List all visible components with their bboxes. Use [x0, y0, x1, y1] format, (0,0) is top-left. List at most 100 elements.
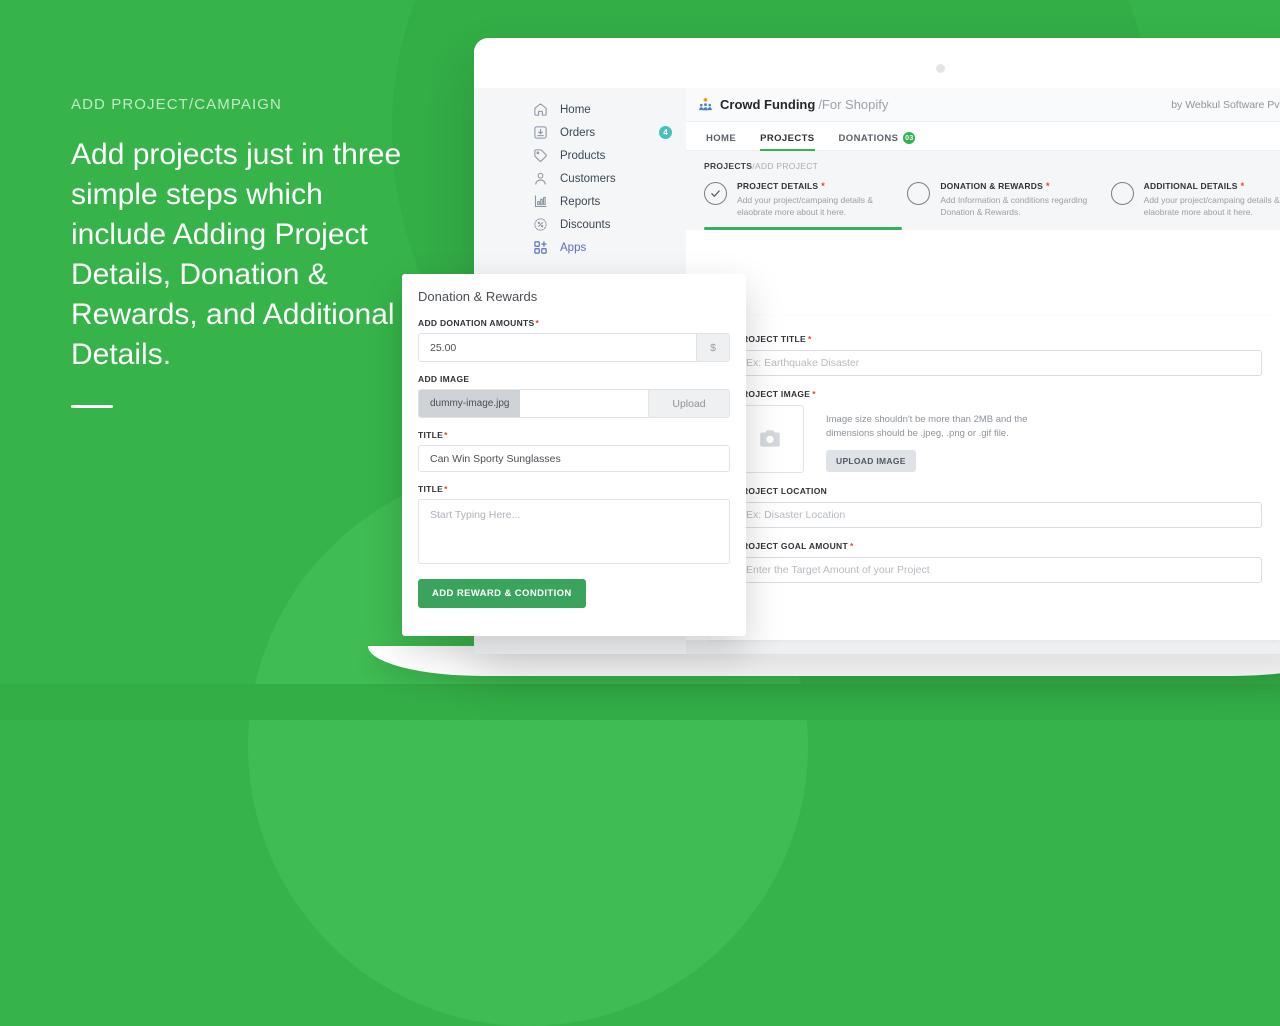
- donation-amount-input[interactable]: 25.00: [419, 334, 696, 361]
- tab-label: HOME: [706, 133, 737, 144]
- crowd-funding-logo-icon: $: [698, 97, 713, 112]
- required-marker: *: [821, 181, 825, 191]
- sidebar: Home Orders 4 Products Customers Reports…: [514, 88, 686, 300]
- add-image-field[interactable]: dummy-image.jpg Upload: [418, 389, 730, 418]
- step-donation-rewards[interactable]: DONATION & REWARDS * Add Information & co…: [907, 181, 1110, 230]
- app-tabs: HOME PROJECTS DONATIONS 03: [686, 122, 1280, 151]
- brand-subtitle: /For Shopify: [818, 97, 889, 112]
- step-check-icon: [704, 182, 727, 205]
- project-title-input[interactable]: Ex: Earthquake Disaster: [736, 350, 1262, 376]
- discount-icon: [532, 216, 549, 233]
- page-header-band: PROJECTS/ADD PROJECT PROJECT DETAILS * Ad…: [686, 151, 1280, 230]
- step-circle-empty: [907, 182, 931, 205]
- promo-headline: Add projects just in three simple steps …: [71, 138, 402, 371]
- project-title-group: PROJECT TITLE * Ex: Earthquake Disaster: [736, 334, 1262, 376]
- orders-badge: 4: [659, 126, 672, 139]
- donation-amount-group: ADD DONATION AMOUNTS* 25.00 $: [418, 318, 730, 362]
- tab-label: DONATIONS: [838, 132, 899, 144]
- reward-description-textarea[interactable]: Start Typing Here...: [418, 499, 730, 564]
- project-goal-label: PROJECT GOAL AMOUNT *: [736, 541, 854, 551]
- step-title: DONATION & REWARDS *: [940, 181, 1050, 191]
- tab-label: PROJECTS: [760, 133, 815, 144]
- required-marker: *: [812, 389, 816, 399]
- promo-eyebrow: ADD PROJECT/CAMPAIGN: [71, 96, 282, 113]
- tag-icon: [532, 147, 549, 164]
- modal-title: Donation & Rewards: [418, 289, 538, 304]
- step-additional-details[interactable]: ADDITIONAL DETAILS * Add your project/cam…: [1110, 181, 1280, 230]
- reward-description-label: TITLE*: [418, 484, 448, 494]
- file-field-spacer: [520, 390, 648, 417]
- vendor-byline: by Webkul Software Pvt Ltd: [1171, 98, 1280, 111]
- brand-name: Crowd Funding: [720, 97, 816, 112]
- bar-chart-icon: [532, 193, 549, 210]
- upload-button[interactable]: Upload: [648, 390, 729, 417]
- step-description: Add Information & conditions regarding D…: [940, 195, 1088, 217]
- selected-file-name: dummy-image.jpg: [419, 390, 521, 417]
- add-image-label: ADD IMAGE: [418, 374, 470, 384]
- reward-title-input[interactable]: Can Win Sporty Sunglasses: [418, 445, 730, 472]
- project-details-form: PROJECT TITLE * Ex: Earthquake Disaster P…: [708, 316, 1280, 640]
- input-placeholder: Ex: Disaster Location: [746, 509, 846, 521]
- project-goal-input[interactable]: Enter the Target Amount of your Project: [736, 557, 1262, 583]
- promo-copy: ADD PROJECT/CAMPAIGN Add projects just i…: [71, 96, 421, 408]
- reward-title-group: TITLE* Can Win Sporty Sunglasses: [418, 430, 730, 472]
- sidebar-item-home[interactable]: Home: [514, 98, 686, 121]
- orders-icon: [532, 124, 549, 141]
- donation-amount-label: ADD DONATION AMOUNTS*: [418, 318, 540, 328]
- project-image-preview[interactable]: [736, 405, 804, 473]
- donations-badge: 03: [903, 132, 916, 144]
- background-bottom-band: [0, 684, 1280, 720]
- step-description: Add your project/campaing details & elao…: [1143, 195, 1280, 217]
- app-topbar: $ Crowd Funding /For Shopify by Webkul S…: [686, 88, 1280, 122]
- input-placeholder: Enter the Target Amount of your Project: [746, 564, 930, 576]
- input-placeholder: Ex: Earthquake Disaster: [746, 357, 860, 369]
- required-marker: *: [1045, 181, 1050, 191]
- breadcrumb-trail: /ADD PROJECT: [752, 161, 819, 171]
- donation-rewards-modal: Donation & Rewards ADD DONATION AMOUNTS*…: [402, 274, 746, 636]
- sidebar-item-label: Reports: [560, 195, 601, 208]
- donation-amount-field[interactable]: 25.00 $: [418, 333, 730, 362]
- sidebar-item-label: Home: [560, 103, 591, 116]
- project-location-input[interactable]: Ex: Disaster Location: [736, 502, 1262, 528]
- required-marker: *: [849, 541, 854, 551]
- upload-image-button[interactable]: UPLOAD IMAGE: [826, 450, 916, 472]
- breadcrumb-current: PROJECTS: [704, 161, 753, 171]
- sidebar-item-label: Discounts: [560, 218, 611, 231]
- project-image-label: PROJECT IMAGE *: [736, 389, 816, 399]
- add-image-group: ADD IMAGE dummy-image.jpg Upload: [418, 374, 730, 418]
- step-title: ADDITIONAL DETAILS *: [1143, 181, 1245, 191]
- breadcrumb: PROJECTS/ADD PROJECT: [686, 161, 1280, 171]
- sidebar-item-reports[interactable]: Reports: [514, 190, 686, 213]
- project-goal-group: PROJECT GOAL AMOUNT * Enter the Target Am…: [736, 541, 1262, 583]
- step-project-details[interactable]: PROJECT DETAILS * Add your project/campai…: [704, 181, 907, 230]
- step-description: Add your project/campaing details & elao…: [737, 195, 874, 217]
- sidebar-item-label: Customers: [560, 172, 616, 185]
- sidebar-item-label: Products: [560, 149, 606, 162]
- sidebar-item-label: Apps: [560, 241, 587, 254]
- currency-suffix: $: [696, 334, 729, 361]
- required-marker: *: [444, 430, 448, 440]
- required-marker: *: [808, 334, 812, 344]
- sidebar-item-customers[interactable]: Customers: [514, 167, 686, 190]
- camera-dot: [936, 64, 945, 73]
- project-image-group: PROJECT IMAGE * Image size shouldn't be m…: [736, 389, 1262, 473]
- add-reward-condition-button[interactable]: ADD REWARD & CONDITION: [418, 579, 586, 608]
- sidebar-item-label: Orders: [560, 126, 596, 139]
- reward-description-group: TITLE* Start Typing Here...: [418, 484, 730, 564]
- required-marker: *: [1240, 181, 1245, 191]
- sidebar-item-orders[interactable]: Orders 4: [514, 121, 686, 144]
- project-location-group: PROJECT LOCATION Ex: Disaster Location: [736, 486, 1262, 528]
- tab-donations[interactable]: DONATIONS 03: [839, 132, 916, 150]
- tab-projects[interactable]: PROJECTS: [760, 133, 815, 151]
- tab-home[interactable]: HOME: [706, 133, 736, 150]
- step-circle-empty: [1110, 182, 1134, 205]
- sidebar-item-discounts[interactable]: Discounts: [514, 213, 686, 236]
- step-progress-bar: [704, 227, 902, 230]
- sidebar-item-apps[interactable]: Apps: [514, 236, 686, 259]
- project-title-label: PROJECT TITLE *: [736, 334, 812, 344]
- stepper: PROJECT DETAILS * Add your project/campai…: [686, 171, 1280, 230]
- required-marker: *: [444, 484, 448, 494]
- project-location-label: PROJECT LOCATION: [736, 486, 828, 496]
- project-image-hint: Image size shouldn't be more than 2MB an…: [826, 414, 1028, 439]
- sidebar-item-products[interactable]: Products: [514, 144, 686, 167]
